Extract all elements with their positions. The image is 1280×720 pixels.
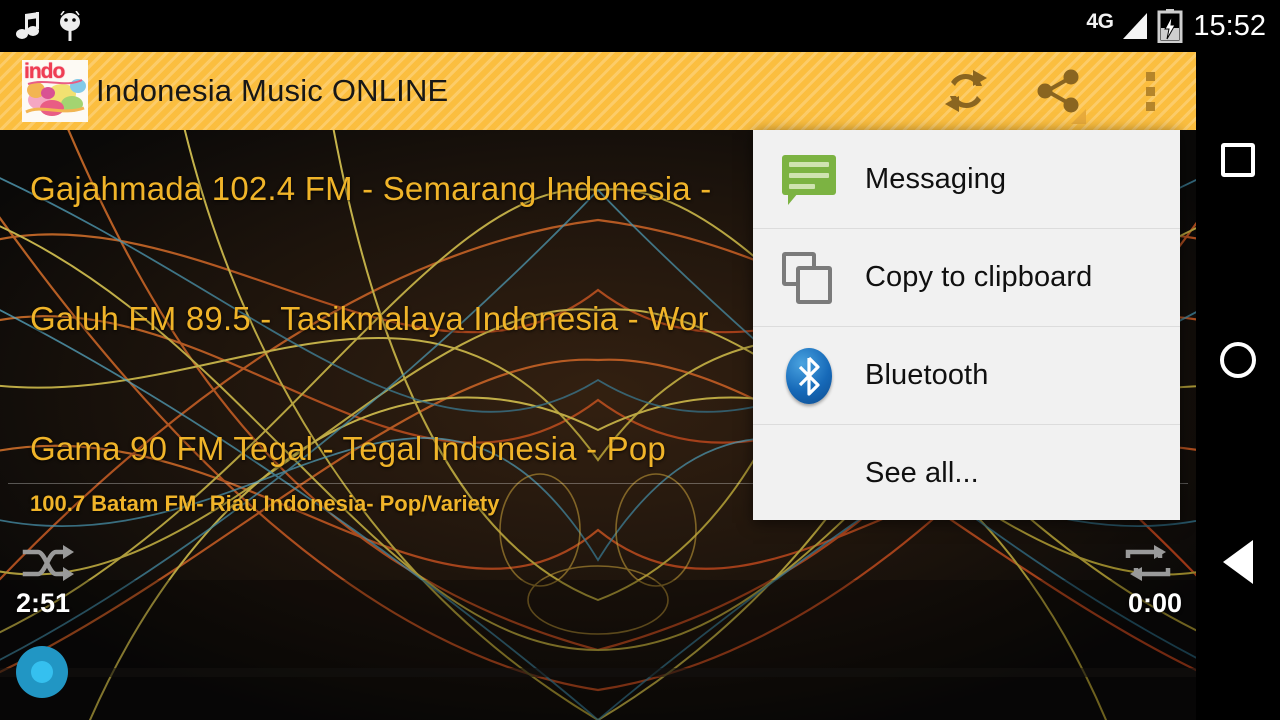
- app-title-bar: indo Indonesia Music ONLINE: [0, 52, 1196, 130]
- more-vert-icon: [1145, 71, 1155, 111]
- page-title: Indonesia Music ONLINE: [96, 73, 449, 108]
- share-icon: [1037, 69, 1079, 113]
- copy-icon: [753, 251, 865, 304]
- title-bar-actions: [920, 52, 1196, 130]
- status-bar-notifications: [16, 0, 82, 52]
- shuffle-glyph: [22, 545, 74, 581]
- battery-charging-icon: [1157, 9, 1183, 43]
- android-notification-icon: [60, 11, 80, 41]
- menu-item-label: Messaging: [865, 162, 1007, 195]
- menu-item-label: Bluetooth: [865, 359, 989, 391]
- bluetooth-icon: [753, 347, 865, 404]
- overflow-menu-button[interactable]: [1104, 52, 1196, 130]
- refresh-icon: [945, 70, 987, 112]
- now-playing-title: 100.7 Batam FM- Riau Indonesia- Pop/Vari…: [30, 491, 500, 516]
- recents-square-icon: [1221, 143, 1255, 177]
- total-time: 0:00: [1127, 588, 1182, 618]
- clock: 15:52: [1193, 9, 1266, 42]
- status-bar: 4G 15:52: [0, 0, 1280, 52]
- status-bar-indicators: 4G 15:52: [1086, 0, 1266, 52]
- menu-item-label: Copy to clipboard: [865, 261, 1093, 293]
- menu-item-see-all[interactable]: See all...: [753, 424, 1180, 522]
- app-logo: indo: [22, 60, 88, 122]
- back-triangle-icon: [1223, 540, 1253, 584]
- list-item[interactable]: Gajahmada 102.4 FM - Semarang Indonesia …: [30, 170, 711, 208]
- repeat-glyph: [1125, 545, 1171, 581]
- home-circle-icon: [1220, 342, 1256, 378]
- seek-bar-thumb[interactable]: [16, 646, 68, 698]
- menu-item-copy-to-clipboard[interactable]: Copy to clipboard: [753, 228, 1180, 326]
- bluetooth-glyph: [798, 356, 820, 396]
- back-button[interactable]: [1196, 520, 1280, 604]
- logo-text: indo: [24, 60, 65, 83]
- music-note-icon: [16, 12, 39, 39]
- home-button[interactable]: [1196, 318, 1280, 402]
- thumb-inner: [31, 661, 53, 683]
- network-type: 4G: [1086, 9, 1114, 33]
- signal-bars-icon: [1123, 13, 1148, 39]
- menu-item-label: See all...: [865, 457, 979, 489]
- menu-item-bluetooth[interactable]: Bluetooth: [753, 326, 1180, 424]
- list-item[interactable]: Galuh FM 89.5 - Tasikmalaya Indonesia - …: [30, 300, 709, 338]
- menu-item-messaging[interactable]: Messaging: [753, 130, 1180, 228]
- phone-screen: Gajahmada 102.4 FM - Semarang Indonesia …: [0, 0, 1280, 720]
- shuffle-icon[interactable]: [22, 544, 74, 587]
- recents-button[interactable]: [1196, 118, 1280, 202]
- list-item[interactable]: Gama 90 FM Tegal - Tegal Indonesia - Pop: [30, 430, 666, 468]
- messaging-icon: [753, 155, 865, 205]
- elapsed-time: 2:51: [16, 588, 71, 618]
- repeat-icon[interactable]: [1122, 544, 1174, 587]
- refresh-button[interactable]: [920, 52, 1012, 130]
- share-popup-menu: Messaging Copy to clipboard Bluetooth Se…: [753, 130, 1180, 520]
- system-navigation-bar: [1196, 0, 1280, 720]
- share-button[interactable]: [1012, 52, 1104, 130]
- seek-bar[interactable]: [0, 668, 1196, 677]
- player-controls: [0, 530, 1196, 640]
- app-area: Gajahmada 102.4 FM - Semarang Indonesia …: [0, 0, 1196, 720]
- share-dropdown-caret: [1071, 109, 1086, 124]
